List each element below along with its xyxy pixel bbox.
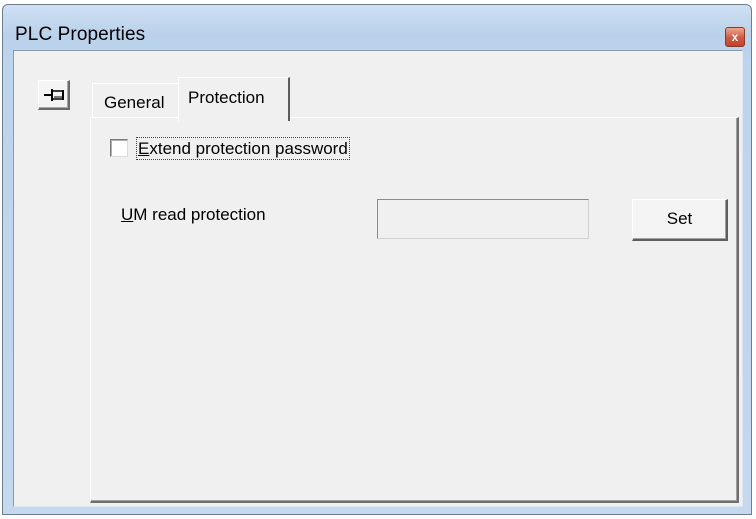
tab-strip: General Protection: [92, 75, 352, 121]
pin-button[interactable]: [38, 80, 70, 110]
extend-protection-label[interactable]: Extend protection password: [136, 137, 350, 160]
extend-protection-mnemonic: E: [138, 139, 150, 158]
um-read-label-text: M read protection: [133, 205, 266, 224]
dialog-client-area: General Protection Extend protection pas…: [13, 50, 743, 507]
tab-protection[interactable]: Protection: [178, 77, 290, 121]
um-read-mnemonic: U: [121, 205, 134, 224]
close-icon: x: [731, 30, 739, 44]
um-read-protection-label: UM read protection: [121, 205, 266, 225]
window-title: PLC Properties: [15, 24, 146, 45]
extend-protection-label-text: xtend protection password: [149, 139, 348, 158]
pin-icon: [44, 89, 64, 101]
um-read-protection-field[interactable]: [377, 199, 589, 239]
extend-protection-checkbox[interactable]: [110, 139, 128, 157]
close-button[interactable]: x: [725, 27, 745, 47]
tab-protection-label: Protection: [188, 88, 265, 107]
tab-general-label: General: [104, 93, 165, 112]
plc-properties-window: PLC Properties x General Protection Exte…: [2, 4, 752, 515]
title-bar[interactable]: PLC Properties x: [3, 5, 751, 49]
tab-general[interactable]: General: [92, 83, 180, 119]
protection-panel: [90, 117, 739, 503]
set-button[interactable]: Set: [632, 199, 728, 241]
